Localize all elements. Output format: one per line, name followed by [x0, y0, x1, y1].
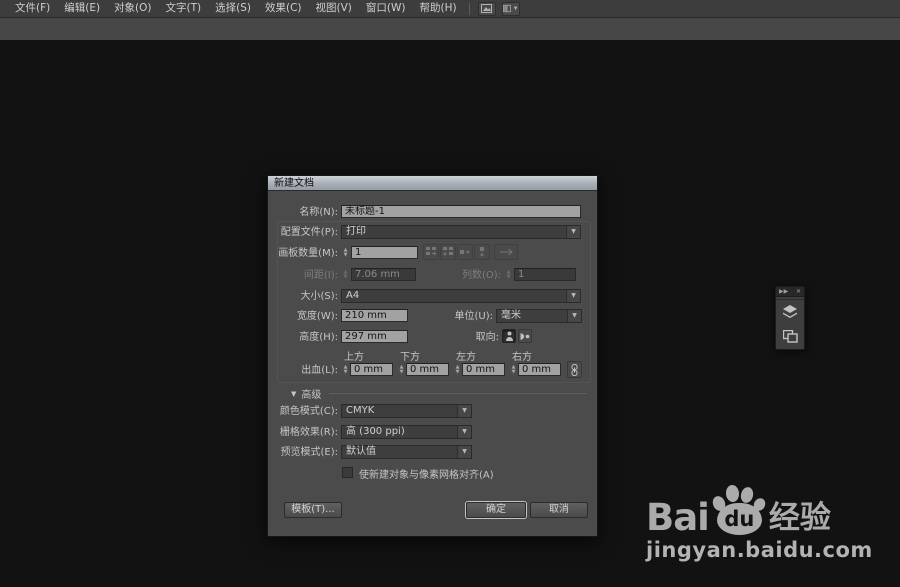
align-to-pixel-grid-checkbox[interactable]: [342, 467, 353, 478]
artboard-count-stepper[interactable]: ▲▼: [341, 246, 350, 259]
artboard-count-input[interactable]: 1: [351, 246, 418, 259]
bleed-right-label: 右方: [512, 353, 532, 363]
expand-panel-icon[interactable]: ▶▶: [779, 288, 788, 296]
menu-bar: 文件(F) 编辑(E) 对象(O) 文字(T) 选择(S) 效果(C) 视图(V…: [0, 0, 900, 18]
canvas-area: 新建文档 名称(N): 未标题-1 配置文件(P): 打印 ▼ 画板数量(M):…: [0, 41, 900, 587]
columns-stepper: ▲▼: [504, 268, 513, 281]
bleed-top-label: 上方: [344, 353, 364, 363]
menu-help[interactable]: 帮助(H): [413, 0, 464, 17]
arrange-by-column-icon[interactable]: [474, 244, 490, 260]
cancel-button[interactable]: 取消: [530, 502, 588, 518]
size-select[interactable]: A4 ▼: [341, 289, 581, 303]
watermark-logo: Bai du 经验: [646, 484, 866, 533]
dialog-title: 新建文档: [268, 176, 597, 191]
menu-divider: [469, 3, 470, 15]
profile-label: 配置文件(P):: [268, 226, 338, 239]
bleed-left-label: 左方: [456, 353, 476, 363]
chevron-down-icon: ▼: [567, 310, 581, 322]
new-document-dialog: 新建文档 名称(N): 未标题-1 配置文件(P): 打印 ▼ 画板数量(M):…: [267, 175, 598, 537]
menu-object[interactable]: 对象(O): [107, 0, 158, 17]
bleed-left-input[interactable]: 0 mm: [462, 363, 505, 376]
control-bar: [0, 18, 900, 41]
spacing-input: 7.06 mm: [351, 268, 416, 281]
menu-select[interactable]: 选择(S): [208, 0, 258, 17]
baidu-jingyan-watermark: Bai du 经验 jingyan.baidu.com: [646, 484, 866, 562]
name-input[interactable]: 未标题-1: [341, 205, 581, 218]
panel-header: ▶▶ ✕: [776, 287, 804, 297]
grid-by-column-icon[interactable]: [440, 244, 456, 260]
close-panel-icon[interactable]: ✕: [796, 288, 801, 296]
size-label: 大小(S):: [268, 290, 338, 303]
orientation-landscape-icon[interactable]: [518, 329, 532, 343]
align-to-pixel-grid-label: 使新建对象与像素网格对齐(A): [359, 466, 494, 481]
columns-label: 列数(O):: [428, 269, 501, 282]
artboards-panel-icon[interactable]: [776, 324, 804, 348]
menu-edit[interactable]: 编辑(E): [57, 0, 107, 17]
ok-button[interactable]: 确定: [466, 502, 526, 518]
section-divider: [329, 393, 587, 394]
watermark-paw-text: du: [717, 503, 762, 535]
change-to-right-to-left-icon[interactable]: [494, 244, 518, 260]
units-select[interactable]: 毫米 ▼: [496, 309, 582, 323]
advanced-label: 高级: [301, 386, 321, 401]
watermark-brand-prefix: Bai: [646, 502, 709, 533]
artboard-count-label: 画板数量(M):: [268, 247, 338, 260]
link-bleed-values-icon[interactable]: [567, 361, 582, 378]
arrange-documents-icon[interactable]: ▼: [502, 2, 520, 16]
layers-panel-icon[interactable]: [776, 300, 804, 324]
columns-input: 1: [514, 268, 576, 281]
profile-select[interactable]: 打印 ▼: [341, 225, 581, 239]
triangle-down-icon: ▼: [291, 390, 296, 398]
preview-mode-select[interactable]: 默认值 ▼: [341, 445, 472, 459]
menu-window[interactable]: 窗口(W): [359, 0, 413, 17]
bleed-right-input[interactable]: 0 mm: [518, 363, 561, 376]
advanced-section-header[interactable]: ▼ 高级: [291, 386, 587, 401]
chevron-down-icon: ▼: [566, 290, 580, 302]
raster-effects-label: 栅格效果(R):: [268, 426, 338, 439]
watermark-url: jingyan.baidu.com: [646, 538, 866, 562]
menu-file[interactable]: 文件(F): [8, 0, 57, 17]
bleed-bottom-stepper[interactable]: ▲▼: [397, 363, 406, 376]
bleed-left-stepper[interactable]: ▲▼: [453, 363, 462, 376]
name-label: 名称(N):: [268, 206, 338, 219]
color-mode-label: 颜色模式(C):: [268, 405, 338, 418]
preview-mode-label: 预览模式(E):: [268, 446, 338, 459]
bleed-bottom-input[interactable]: 0 mm: [406, 363, 449, 376]
raster-effects-select[interactable]: 高 (300 ppi) ▼: [341, 425, 472, 439]
bleed-top-stepper[interactable]: ▲▼: [341, 363, 350, 376]
menu-type[interactable]: 文字(T): [159, 0, 209, 17]
chevron-down-icon: ▼: [457, 446, 471, 458]
chevron-down-icon: ▼: [566, 226, 580, 238]
template-button[interactable]: 模板(T)...: [284, 502, 342, 518]
spacing-label: 间距(I):: [268, 269, 338, 282]
orientation-label: 取向:: [418, 331, 499, 344]
chevron-down-icon: ▼: [513, 6, 519, 12]
color-mode-select[interactable]: CMYK ▼: [341, 404, 472, 418]
watermark-brand-suffix: 经验: [769, 504, 831, 533]
chevron-down-icon: ▼: [457, 426, 471, 438]
width-label: 宽度(W):: [268, 310, 338, 323]
bleed-right-stepper[interactable]: ▲▼: [509, 363, 518, 376]
width-input[interactable]: 210 mm: [341, 309, 408, 322]
menu-view[interactable]: 视图(V): [309, 0, 359, 17]
spacing-stepper: ▲▼: [341, 268, 350, 281]
grid-by-row-icon[interactable]: [423, 244, 439, 260]
height-input[interactable]: 297 mm: [341, 330, 408, 343]
bleed-label: 出血(L):: [268, 364, 338, 377]
height-label: 高度(H):: [268, 331, 338, 344]
arrange-by-row-icon[interactable]: [457, 244, 473, 260]
collapsed-panel-dock: ▶▶ ✕: [775, 286, 805, 350]
bleed-top-input[interactable]: 0 mm: [350, 363, 393, 376]
bridge-icon[interactable]: [478, 2, 496, 16]
units-label: 单位(U):: [408, 310, 493, 323]
bleed-bottom-label: 下方: [400, 353, 420, 363]
baidu-paw-icon: du: [712, 484, 766, 536]
orientation-portrait-icon[interactable]: [502, 329, 516, 343]
menu-effect[interactable]: 效果(C): [258, 0, 309, 17]
chevron-down-icon: ▼: [457, 405, 471, 417]
